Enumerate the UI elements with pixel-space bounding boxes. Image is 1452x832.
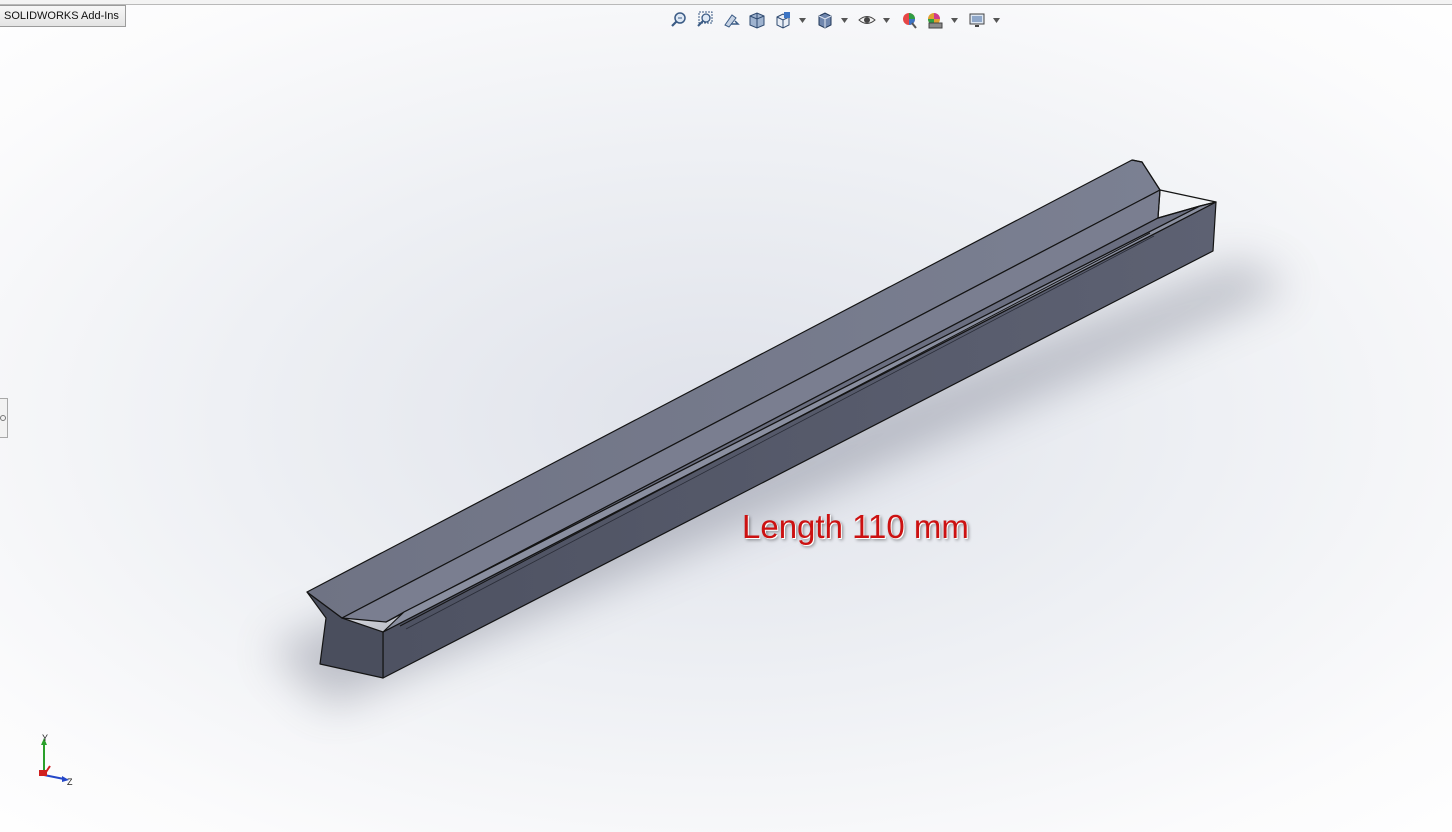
part-groove-line-1 [399, 232, 1151, 627]
triad-origin [39, 770, 47, 776]
reference-triad[interactable]: Y Z [39, 733, 73, 787]
length-annotation: Length 110 mm [742, 508, 969, 545]
part-inner-wall [341, 189, 1161, 623]
trough-part[interactable] [306, 159, 1217, 679]
triad-z-label: Z [67, 777, 73, 787]
part-outer-side-face [382, 201, 1217, 679]
part-groove-line-2 [405, 235, 1155, 630]
graphics-area[interactable]: Y Z [0, 0, 1452, 832]
triad-y-label: Y [42, 733, 48, 743]
